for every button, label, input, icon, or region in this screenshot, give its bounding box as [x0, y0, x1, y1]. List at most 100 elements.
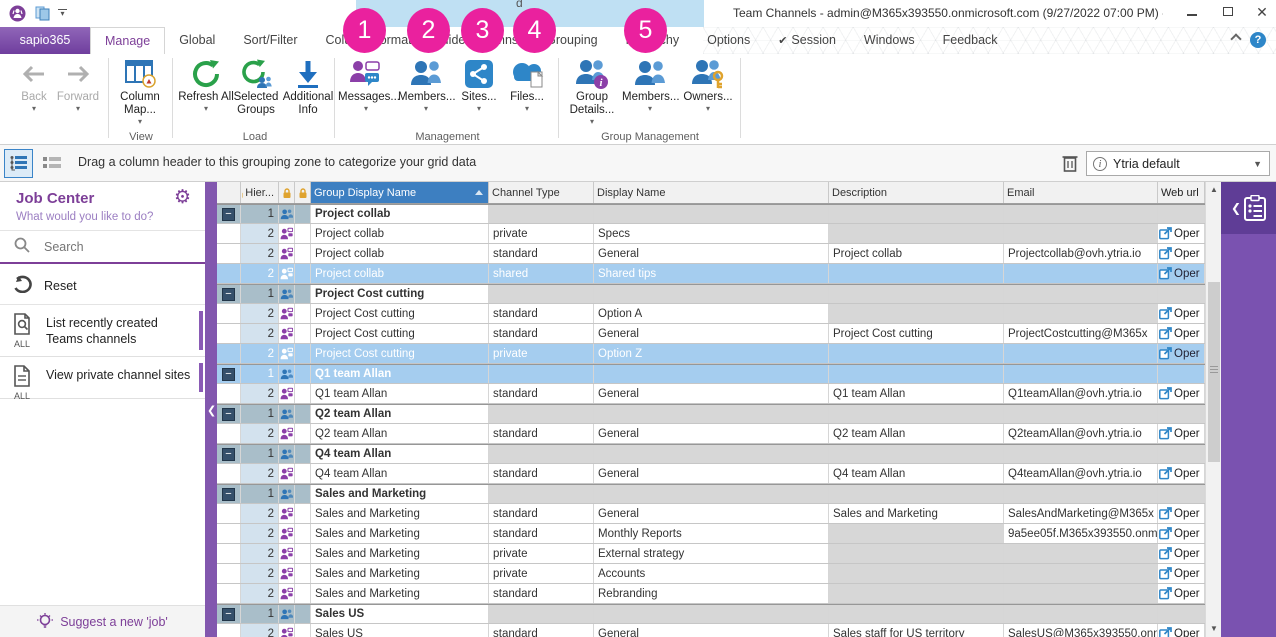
- column-map-button[interactable]: Column Map...▾: [112, 57, 168, 126]
- search-input[interactable]: [44, 240, 174, 254]
- job-item-private-sites[interactable]: ALL View private channel sites: [0, 357, 205, 399]
- collapse-group-button[interactable]: −: [222, 408, 235, 421]
- channel-row[interactable]: 2Sales and MarketingstandardRebrandingOp…: [217, 584, 1205, 604]
- tab-windows[interactable]: Windows: [850, 27, 929, 54]
- group-members-button[interactable]: Members...▾: [622, 57, 678, 113]
- channel-row[interactable]: 2Sales USstandardGeneralSales staff for …: [217, 624, 1205, 637]
- collapse-group-button[interactable]: −: [222, 448, 235, 461]
- files-button[interactable]: Files...▾: [504, 57, 550, 113]
- group-row[interactable]: −1Project Cost cutting: [217, 284, 1205, 304]
- trash-icon[interactable]: [1062, 153, 1078, 176]
- maximize-button[interactable]: [1212, 2, 1244, 22]
- header-channel-type[interactable]: Channel Type: [489, 182, 594, 203]
- selected-groups-button[interactable]: Selected Groups: [228, 57, 284, 117]
- group-details-button[interactable]: i Group Details...▾: [564, 57, 620, 126]
- channel-row[interactable]: 2Project Cost cuttingprivateOption ZOper: [217, 344, 1205, 364]
- gear-icon[interactable]: ⚙: [174, 186, 191, 209]
- owners-button[interactable]: Owners...▾: [680, 57, 736, 113]
- scroll-up-icon[interactable]: ▲: [1206, 182, 1222, 198]
- minimize-button[interactable]: [1176, 2, 1208, 22]
- cell-description: Project collab: [829, 244, 1004, 263]
- channel-row[interactable]: 2Project collabprivateSpecsOper: [217, 224, 1205, 244]
- tab-manage[interactable]: Manage: [90, 27, 165, 54]
- open-web-url-link[interactable]: Oper: [1158, 304, 1205, 323]
- channel-row[interactable]: 2Project Cost cuttingstandardOption AOpe…: [217, 304, 1205, 324]
- tab-session[interactable]: ✔Session: [764, 27, 850, 54]
- open-web-url-link[interactable]: Oper: [1158, 264, 1205, 283]
- open-web-url-link[interactable]: Oper: [1158, 504, 1205, 523]
- open-web-url-link[interactable]: Oper: [1158, 564, 1205, 583]
- additional-info-button[interactable]: Additional Info: [280, 57, 336, 117]
- scrollbar-thumb[interactable]: [1208, 282, 1220, 462]
- header-display-name[interactable]: Display Name: [594, 182, 829, 203]
- vertical-scrollbar[interactable]: ▲ ▼: [1205, 182, 1221, 637]
- preset-dropdown[interactable]: i Ytria default ▼: [1086, 151, 1270, 176]
- header-lock-2[interactable]: [295, 182, 311, 203]
- open-web-url-link[interactable]: Oper: [1158, 344, 1205, 363]
- group-row[interactable]: −1Sales US: [217, 604, 1205, 624]
- collapse-group-button[interactable]: −: [222, 208, 235, 221]
- channel-row[interactable]: 2Q1 team AllanstandardGeneralQ1 team All…: [217, 384, 1205, 404]
- sites-button[interactable]: Sites...▾: [456, 57, 502, 113]
- collapse-ribbon-icon[interactable]: [1230, 33, 1241, 44]
- job-item-recent-channels[interactable]: ALL List recently created Teams channels: [0, 305, 205, 357]
- open-web-url-link[interactable]: Oper: [1158, 244, 1205, 263]
- channel-row[interactable]: 2Project collabsharedShared tipsOper: [217, 264, 1205, 284]
- open-web-url-link[interactable]: Oper: [1158, 384, 1205, 403]
- tab-global[interactable]: Global: [165, 27, 229, 54]
- flyout-header-button[interactable]: ❮: [1221, 182, 1276, 234]
- tab-options[interactable]: Options: [693, 27, 764, 54]
- header-hierarchy[interactable]: Hier...: [241, 182, 279, 203]
- grouped-view-toggle[interactable]: [4, 149, 33, 178]
- flat-view-toggle[interactable]: [37, 149, 66, 178]
- header-email[interactable]: Email: [1004, 182, 1158, 203]
- open-web-url-link[interactable]: Oper: [1158, 224, 1205, 243]
- channel-row[interactable]: 2Project Cost cuttingstandardGeneralProj…: [217, 324, 1205, 344]
- collapse-group-button[interactable]: −: [222, 488, 235, 501]
- open-web-url-link[interactable]: Oper: [1158, 464, 1205, 483]
- channel-row[interactable]: 2Sales and MarketingprivateExternal stra…: [217, 544, 1205, 564]
- forward-button[interactable]: Forward▾: [50, 57, 106, 113]
- channel-row[interactable]: 2Q4 team AllanstandardGeneralQ4 team All…: [217, 464, 1205, 484]
- open-web-url-link[interactable]: Oper: [1158, 324, 1205, 343]
- open-web-url-link[interactable]: Oper: [1158, 424, 1205, 443]
- collapse-group-button[interactable]: −: [222, 288, 235, 301]
- close-button[interactable]: ✕: [1246, 2, 1276, 22]
- sidebar-collapse-bar[interactable]: ❮: [205, 182, 217, 637]
- group-row[interactable]: −1Sales and Marketing: [217, 484, 1205, 504]
- members-button[interactable]: Members...▾: [398, 57, 454, 113]
- open-web-url-link[interactable]: Oper: [1158, 524, 1205, 543]
- app-logo-icon[interactable]: [9, 5, 26, 25]
- quick-access-dropdown-icon[interactable]: ▾: [58, 9, 67, 17]
- channel-row[interactable]: 2Sales and MarketingstandardMonthly Repo…: [217, 524, 1205, 544]
- reset-button[interactable]: Reset: [0, 267, 205, 305]
- open-web-url-link[interactable]: Oper: [1158, 584, 1205, 603]
- group-row[interactable]: −1Q2 team Allan: [217, 404, 1205, 424]
- channel-row[interactable]: 2Q2 team AllanstandardGeneralQ2 team All…: [217, 424, 1205, 444]
- tab-sapio365[interactable]: sapio365: [0, 27, 90, 54]
- header-web-url[interactable]: Web url: [1158, 182, 1205, 203]
- help-icon[interactable]: ?: [1250, 32, 1266, 48]
- tab-feedback[interactable]: Feedback: [929, 27, 1012, 54]
- group-row[interactable]: −1Q1 team Allan: [217, 364, 1205, 384]
- collapse-group-button[interactable]: −: [222, 368, 235, 381]
- channel-row[interactable]: 2Sales and MarketingprivateAccountsOper: [217, 564, 1205, 584]
- header-lock-1[interactable]: [279, 182, 295, 203]
- group-row[interactable]: −1Q4 team Allan: [217, 444, 1205, 464]
- suggest-job-button[interactable]: Suggest a new 'job': [0, 605, 205, 637]
- channel-row[interactable]: 2Sales and MarketingstandardGeneralSales…: [217, 504, 1205, 524]
- scroll-down-icon[interactable]: ▼: [1206, 621, 1222, 637]
- collapse-group-button[interactable]: −: [222, 608, 235, 621]
- refresh-all-button[interactable]: Refresh All▾: [178, 57, 234, 113]
- open-web-url-link[interactable]: Oper: [1158, 544, 1205, 563]
- open-web-url-link[interactable]: Oper: [1158, 624, 1205, 637]
- header-group-display-name[interactable]: Group Display Name: [311, 182, 489, 203]
- header-description[interactable]: Description: [829, 182, 1004, 203]
- search-field[interactable]: [0, 230, 205, 264]
- header-expand-column[interactable]: [217, 182, 241, 203]
- tab-sort-filter[interactable]: Sort/Filter: [229, 27, 311, 54]
- window-doc-icon[interactable]: [35, 6, 51, 24]
- messages-button[interactable]: Messages...▾: [338, 57, 394, 113]
- channel-row[interactable]: 2Project collabstandardGeneralProject co…: [217, 244, 1205, 264]
- group-row[interactable]: −1Project collab: [217, 204, 1205, 224]
